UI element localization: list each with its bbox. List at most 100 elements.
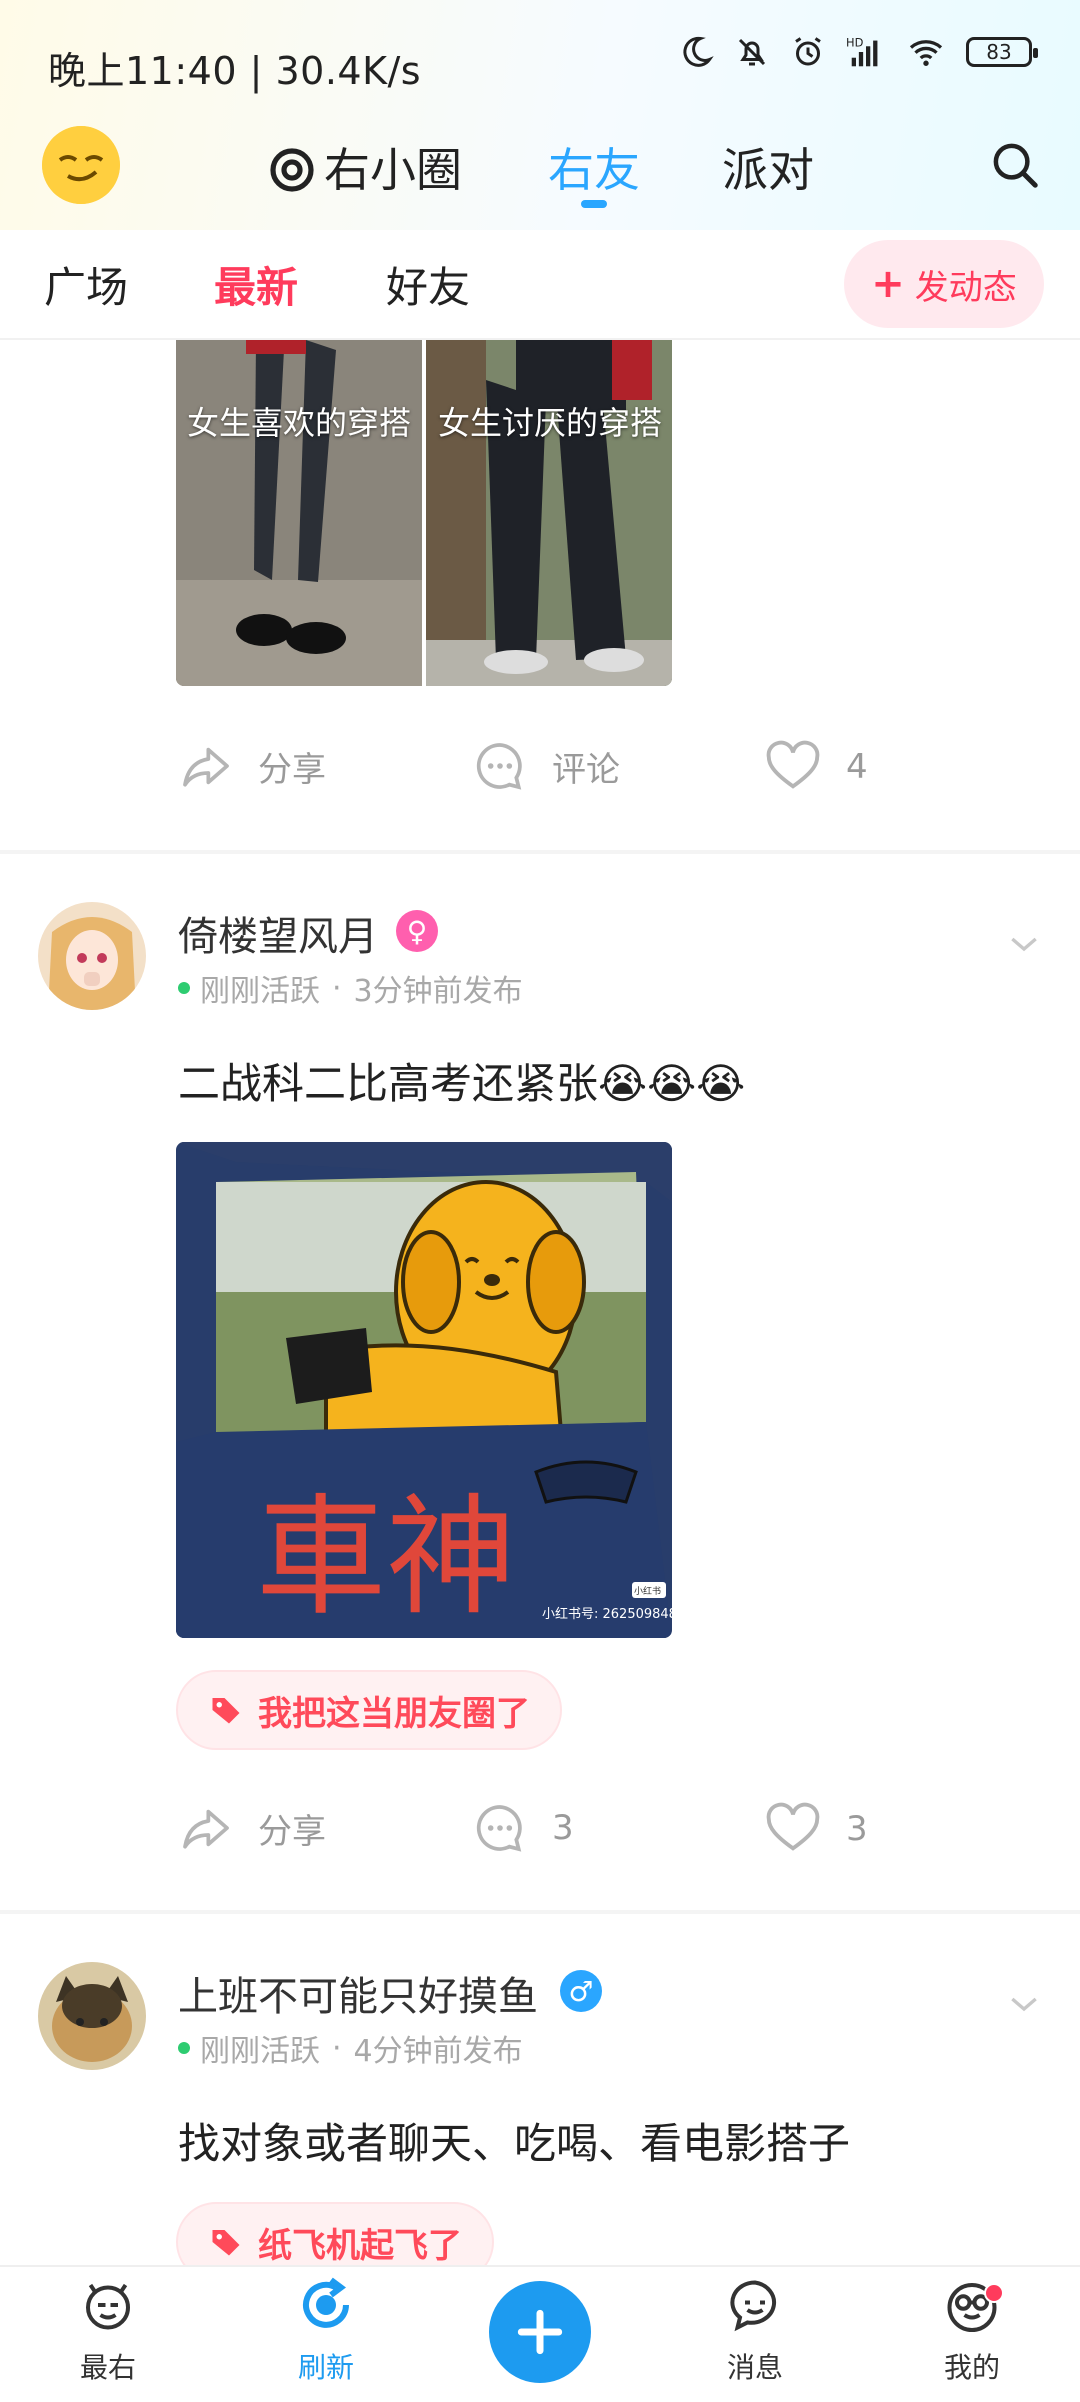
status-time: 晚上11:40 | 30.4K/s: [48, 49, 422, 93]
tab-refresh-label: 刷新: [297, 2351, 354, 2384]
comment-icon: [476, 743, 522, 790]
tab-messages[interactable]: 消息: [695, 2275, 815, 2386]
activity-status: 刚刚活跃 · 4分钟前发布: [178, 2026, 523, 2070]
chat-icon: [730, 2280, 776, 2332]
active-status-text: 刚刚活跃: [200, 974, 320, 1009]
subtab-latest[interactable]: 最新: [214, 254, 298, 315]
feed-subtabs: 广场 最新 好友 + 发动态: [0, 230, 1080, 340]
comment-label: 评论: [552, 749, 620, 790]
watermark-logo: 小红书: [634, 1585, 661, 1597]
comment-button[interactable]: 评论: [472, 738, 620, 794]
subtab-friends[interactable]: 好友: [386, 254, 470, 315]
tab-zuiyou[interactable]: 最右: [48, 2275, 168, 2386]
tab-me-label: 我的: [943, 2351, 1000, 2384]
chevron-down-icon[interactable]: [1004, 924, 1044, 964]
image-caption-right: 女生讨厌的穿搭: [438, 404, 663, 442]
comment-button[interactable]: 3: [472, 1800, 574, 1856]
heart-icon: [766, 740, 820, 789]
share-icon: [183, 1809, 229, 1849]
smug-face-icon: [42, 126, 120, 204]
tab-circle[interactable]: 右小圈: [268, 134, 462, 200]
feed[interactable]: 女生喜欢的穿搭 女生讨厌的穿搭 分享 评论 4 倚楼望风月 ♀ 刚刚活跃 · 3…: [0, 340, 1080, 2265]
post-text: 找对象或者聊天、吃喝、看电影搭子: [178, 2119, 851, 2168]
outfit-photo-right: [426, 340, 672, 686]
share-icon: [183, 747, 229, 787]
like-count: 4: [846, 747, 868, 787]
dog-car-meme-image: 車神 小红书 小红书号: 2625098484: [176, 1142, 672, 1638]
post-actions: 分享 评论 4: [178, 738, 938, 798]
user-avatar[interactable]: [38, 902, 146, 1010]
topic-tag-label: 我把这当朋友圈了: [258, 1693, 530, 1734]
tab-party-label: 派对: [722, 143, 814, 197]
post-divider: [0, 1910, 1080, 1914]
wifi-icon: [909, 40, 943, 66]
comment-icon: [476, 1805, 522, 1852]
post-status-label: 发动态: [914, 267, 1017, 308]
battery-indicator: 83: [966, 37, 1038, 67]
subtab-square[interactable]: 广场: [44, 254, 128, 315]
top-navigation: 右小圈 右友 派对: [0, 120, 1080, 230]
user-avatar[interactable]: [38, 1962, 146, 2070]
activity-status: 刚刚活跃 · 3分钟前发布: [178, 966, 523, 1010]
svg-text:HD: HD: [846, 35, 864, 49]
signal-icon: HD: [846, 35, 878, 67]
search-icon: [993, 143, 1038, 188]
tab-messages-label: 消息: [726, 2351, 783, 2384]
watermark-text: 小红书号: 2625098484: [542, 1606, 672, 1622]
like-count: 3: [846, 1809, 868, 1849]
topic-tag[interactable]: 我把这当朋友圈了: [176, 1670, 562, 1750]
male-gender-icon: ♂: [560, 1970, 602, 2012]
username[interactable]: 上班不可能只好摸鱼: [178, 1964, 538, 2022]
like-button[interactable]: 3: [764, 1800, 868, 1858]
create-post-button[interactable]: [489, 2281, 591, 2383]
plus-icon: [517, 2309, 563, 2355]
dot-separator: ·: [332, 970, 342, 1006]
alarm-icon: [795, 37, 821, 66]
notification-badge: [984, 2283, 1004, 2303]
post-text-content: 二战科二比高考还紧张: [178, 1059, 599, 1108]
my-avatar[interactable]: [42, 126, 120, 204]
moon-icon: [683, 36, 714, 67]
post-status-button[interactable]: + 发动态: [844, 240, 1044, 328]
search-button[interactable]: [988, 138, 1042, 196]
battery-level: 83: [986, 40, 1012, 64]
heart-icon: [766, 1802, 820, 1851]
circle-at-icon: [270, 148, 314, 192]
topic-tag-label: 纸飞机起飞了: [258, 2225, 462, 2266]
plus-icon: +: [871, 261, 905, 307]
username[interactable]: 倚楼望风月: [178, 904, 378, 962]
online-dot: [178, 982, 190, 994]
online-dot: [178, 2042, 190, 2054]
post-image[interactable]: 車神 小红书 小红书号: 2625098484: [176, 1142, 672, 1638]
tab-party[interactable]: 派对: [722, 134, 814, 200]
tab-me[interactable]: 我的: [912, 2275, 1032, 2386]
topic-tag[interactable]: 纸飞机起飞了: [176, 2202, 494, 2265]
share-label: 分享: [258, 749, 326, 790]
chevron-down-icon[interactable]: [1004, 1984, 1044, 2024]
dot-separator: ·: [332, 2030, 342, 2066]
comment-count: 3: [552, 1808, 574, 1848]
tag-icon: [212, 1698, 240, 1724]
cat-avatar: [38, 1962, 146, 2070]
post-divider: [0, 850, 1080, 854]
tab-friends-label: 右友: [548, 143, 640, 197]
status-bar: 晚上11:40 | 30.4K/s HD 83: [0, 0, 1080, 120]
car-god-text: 車神: [256, 1481, 516, 1633]
outfit-photo-left: [176, 340, 422, 686]
crying-emoji-icons: 😭😭😭: [598, 1059, 746, 1108]
active-status-text: 刚刚活跃: [200, 2034, 320, 2069]
post-image-left[interactable]: 女生喜欢的穿搭: [176, 340, 422, 686]
like-button[interactable]: 4: [764, 738, 868, 796]
refresh-icon: [303, 2277, 349, 2328]
tab-circle-label: 右小圈: [324, 143, 462, 197]
post-image-right[interactable]: 女生讨厌的穿搭: [426, 340, 672, 686]
share-button[interactable]: 分享: [178, 1800, 326, 1856]
post-time: 4分钟前发布: [353, 2034, 523, 2069]
anime-girl-avatar: [38, 902, 146, 1010]
tab-friends[interactable]: 右友: [548, 134, 640, 200]
share-button[interactable]: 分享: [178, 738, 326, 794]
bell-muted-icon: [738, 38, 766, 66]
tab-refresh[interactable]: 刷新: [266, 2275, 386, 2386]
tag-icon: [212, 2230, 240, 2256]
bottom-tab-bar: 最右 刷新 消息 我的: [0, 2265, 1080, 2402]
